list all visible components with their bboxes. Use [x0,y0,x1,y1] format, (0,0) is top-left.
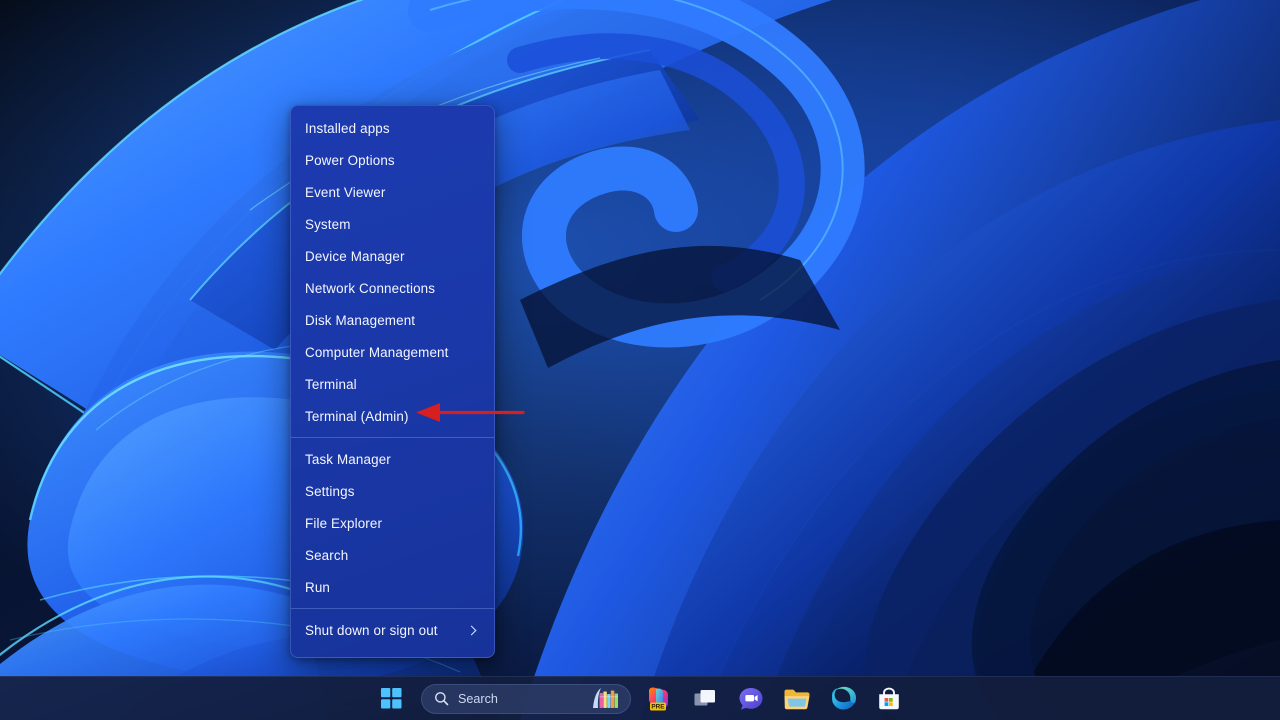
menu-item-label: Network Connections [305,281,480,296]
menu-item-installed-apps[interactable]: Installed apps [291,112,494,144]
menu-item-label: Terminal [305,377,480,392]
menu-item-settings[interactable]: Settings [291,475,494,507]
menu-item-desktop[interactable]: Desktop [291,646,494,658]
menu-item-system[interactable]: System [291,208,494,240]
win-x-context-menu[interactable]: Installed apps Power Options Event Viewer S… [290,105,495,658]
svg-text:PRE: PRE [651,703,665,710]
menu-separator [291,608,494,609]
start-button[interactable] [373,681,409,717]
search-box[interactable]: Search [421,684,631,714]
menu-item-label: Search [305,548,480,563]
menu-item-label: Event Viewer [305,185,480,200]
menu-item-label: Disk Management [305,313,480,328]
menu-item-label: Settings [305,484,480,499]
microsoft-edge-icon[interactable] [825,681,861,717]
menu-item-label: System [305,217,480,232]
menu-item-terminal[interactable]: Terminal [291,368,494,400]
menu-item-disk-management[interactable]: Disk Management [291,304,494,336]
library-books-icon[interactable] [590,684,624,714]
menu-item-computer-management[interactable]: Computer Management [291,336,494,368]
menu-item-label: File Explorer [305,516,480,531]
menu-item-power-options[interactable]: Power Options [291,144,494,176]
menu-item-run[interactable]: Run [291,571,494,603]
menu-item-file-explorer[interactable]: File Explorer [291,507,494,539]
search-icon [434,691,449,706]
chevron-right-icon [466,624,478,636]
search-placeholder: Search [458,692,581,706]
desktop-screen: Installed apps Power Options Event Viewer S… [0,0,1280,720]
task-view-icon[interactable] [687,681,723,717]
menu-item-label: Desktop [305,655,480,659]
menu-item-label: Computer Management [305,345,480,360]
menu-item-event-viewer[interactable]: Event Viewer [291,176,494,208]
file-explorer-icon[interactable] [779,681,815,717]
microsoft-store-icon[interactable] [871,681,907,717]
menu-item-search[interactable]: Search [291,539,494,571]
menu-item-label: Run [305,580,480,595]
menu-item-label: Power Options [305,153,480,168]
menu-item-label: Shut down or sign out [305,623,466,638]
menu-item-device-manager[interactable]: Device Manager [291,240,494,272]
menu-item-label: Terminal (Admin) [305,409,480,424]
menu-item-terminal-admin[interactable]: Terminal (Admin) [291,400,494,432]
windows-logo-icon [381,688,402,709]
taskbar-center-group: Search [373,681,907,717]
menu-item-label: Task Manager [305,452,480,467]
menu-item-network-connections[interactable]: Network Connections [291,272,494,304]
taskbar: Search [0,676,1280,720]
chat-teams-icon[interactable] [733,681,769,717]
menu-item-shut-down-or-sign-out[interactable]: Shut down or sign out [291,614,494,646]
desktop-wallpaper[interactable] [0,0,1280,720]
menu-separator [291,437,494,438]
menu-item-label: Installed apps [305,121,480,136]
menu-item-task-manager[interactable]: Task Manager [291,443,494,475]
menu-item-label: Device Manager [305,249,480,264]
microsoft-365-icon[interactable]: PRE [641,681,677,717]
